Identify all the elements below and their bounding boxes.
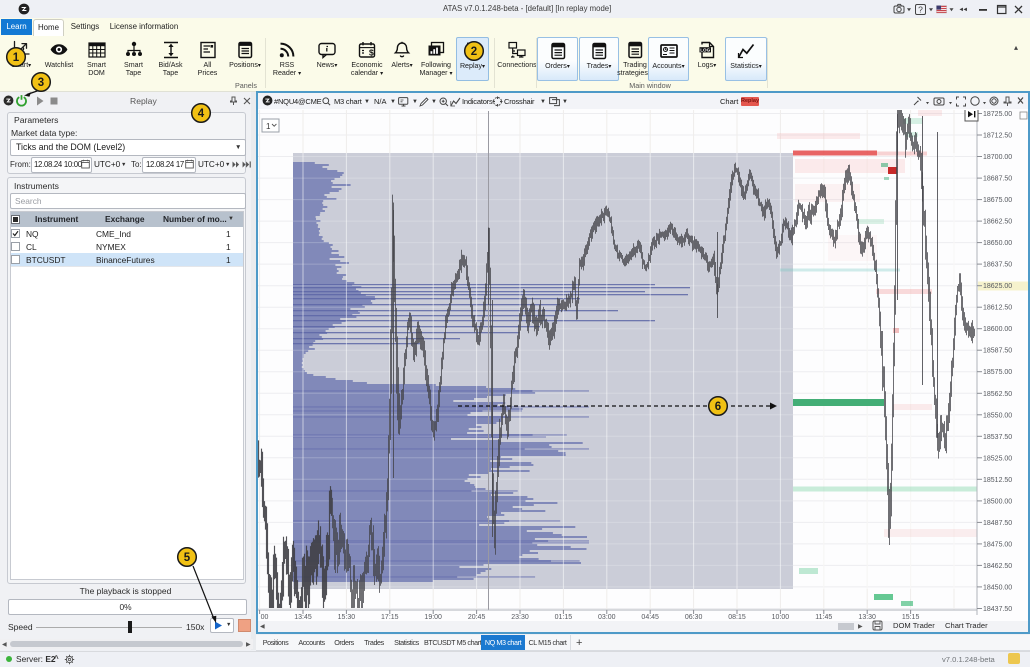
svg-text:17:15: 17:15 (381, 614, 399, 621)
svg-text:20:45: 20:45 (468, 614, 486, 621)
svg-text:06:30: 06:30 (685, 614, 703, 621)
svg-text:18575.00: 18575.00 (983, 369, 1012, 376)
svg-text:19:00: 19:00 (424, 614, 442, 621)
svg-text:18550.00: 18550.00 (983, 412, 1012, 419)
svg-text:23:30: 23:30 (511, 614, 529, 621)
svg-text:1: 1 (266, 122, 271, 131)
svg-text:18700.00: 18700.00 (983, 154, 1012, 161)
svg-text:03:00: 03:00 (598, 614, 616, 621)
svg-text:10:00: 10:00 (772, 614, 790, 621)
svg-text:18500.00: 18500.00 (983, 498, 1012, 505)
svg-text:18675.00: 18675.00 (983, 197, 1012, 204)
svg-text:18600.00: 18600.00 (983, 326, 1012, 333)
svg-text:LOG: LOG (700, 47, 710, 52)
svg-text:13:45: 13:45 (294, 614, 312, 621)
svg-text:18712.50: 18712.50 (983, 133, 1012, 140)
svg-text:18525.00: 18525.00 (983, 455, 1012, 462)
svg-text:18512.50: 18512.50 (983, 477, 1012, 484)
svg-text:18537.50: 18537.50 (983, 434, 1012, 441)
svg-text:18637.50: 18637.50 (983, 262, 1012, 269)
svg-text:04:45: 04:45 (641, 614, 659, 621)
svg-text:18687.50: 18687.50 (983, 176, 1012, 183)
svg-text:18650.00: 18650.00 (983, 240, 1012, 247)
svg-text:18487.50: 18487.50 (983, 520, 1012, 527)
svg-text:18725.00: 18725.00 (983, 111, 1012, 118)
svg-text:00: 00 (261, 614, 269, 621)
svg-text:18462.50: 18462.50 (983, 563, 1012, 570)
svg-text:18562.50: 18562.50 (983, 391, 1012, 398)
svg-text:18662.50: 18662.50 (983, 219, 1012, 226)
svg-text:08:15: 08:15 (728, 614, 746, 621)
svg-text:18450.00: 18450.00 (983, 584, 1012, 591)
svg-text:?: ? (918, 5, 923, 15)
svg-text:18475.00: 18475.00 (983, 541, 1012, 548)
svg-text:18437.50: 18437.50 (983, 606, 1012, 613)
svg-text:$: $ (369, 48, 374, 58)
svg-text:01:15: 01:15 (555, 614, 573, 621)
svg-text:11:45: 11:45 (815, 614, 832, 621)
svg-text:15:15: 15:15 (902, 614, 920, 621)
svg-text:18612.50: 18612.50 (983, 305, 1012, 312)
svg-text:18625.00: 18625.00 (983, 283, 1012, 290)
svg-text:18587.50: 18587.50 (983, 348, 1012, 355)
svg-text:15:30: 15:30 (338, 614, 356, 621)
